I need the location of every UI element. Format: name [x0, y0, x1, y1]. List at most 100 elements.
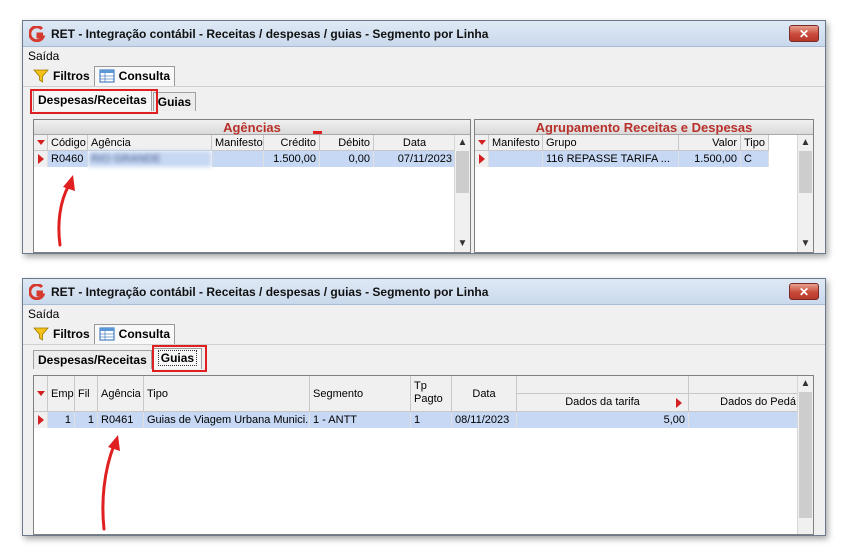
agencias-grid-header: Código Agência Manifesto Crédito Débito …: [34, 135, 470, 151]
filtros-label: Filtros: [53, 68, 90, 83]
cell-credito[interactable]: 1.500,00: [264, 151, 320, 167]
col-group-dados: Dados da tarifa: [517, 376, 689, 412]
col-manifesto[interactable]: Manifesto: [489, 135, 543, 151]
col-agencia[interactable]: Agência: [88, 135, 212, 151]
tab-strip: Despesas/Receitas Guias: [23, 345, 825, 372]
cell-dados-tarifa[interactable]: 5,00: [517, 412, 689, 428]
menu-saida[interactable]: Saída: [28, 307, 59, 321]
cell-fil[interactable]: 1: [75, 412, 98, 428]
agencias-grid: Código Agência Manifesto Crédito Débito …: [34, 135, 470, 252]
vertical-scrollbar[interactable]: ▲ ▼: [454, 135, 470, 252]
close-button[interactable]: ✕: [789, 25, 819, 42]
col-codigo[interactable]: Código: [48, 135, 88, 151]
vertical-scrollbar[interactable]: ▲ ▼: [797, 135, 813, 252]
cell-data[interactable]: 07/11/2023: [374, 151, 456, 167]
cell-dados-pedagio[interactable]: [689, 412, 799, 428]
red-mark-annotation: [313, 131, 322, 134]
filter-icon: [33, 69, 49, 83]
cell-agencia[interactable]: R0461: [98, 412, 144, 428]
expand-right-icon[interactable]: [676, 398, 682, 408]
header-indicator[interactable]: [34, 376, 48, 412]
cell-valor[interactable]: 1.500,00: [679, 151, 741, 167]
cell-tp-pagto[interactable]: 1: [411, 412, 452, 428]
col-grupo[interactable]: Grupo: [543, 135, 679, 151]
filter-icon: [33, 327, 49, 341]
col-group-pedagio: Dados do Pedá: [689, 376, 799, 412]
menu-bar: Saída: [23, 47, 825, 65]
col-data[interactable]: Data: [374, 135, 456, 151]
cell-tipo[interactable]: C: [741, 151, 769, 167]
table-row[interactable]: R0460 RIO GRANDE 1.500,00 0,00 07/11/202…: [34, 151, 470, 167]
col-debito[interactable]: Débito: [320, 135, 374, 151]
current-row-icon: [37, 415, 44, 425]
scroll-up-icon[interactable]: ▲: [798, 376, 813, 392]
consulta-button[interactable]: Consulta: [93, 65, 176, 86]
col-fil[interactable]: Fil: [75, 376, 98, 412]
row-indicator: [34, 151, 48, 167]
col-data[interactable]: Data: [452, 376, 517, 412]
title-bar[interactable]: RET - Integração contábil - Receitas / d…: [23, 21, 825, 47]
cell-segmento[interactable]: 1 - ANTT: [310, 412, 411, 428]
col-tipo[interactable]: Tipo: [741, 135, 769, 151]
table-row[interactable]: 1 1 R0461 Guias de Viagem Urbana Munici.…: [34, 412, 813, 428]
consulta-button[interactable]: Consulta: [93, 323, 176, 344]
guias-grid-header: Emp Fil Agência Tipo Segmento Tp Pagto D…: [34, 376, 813, 412]
col-tipo[interactable]: Tipo: [144, 376, 310, 412]
consulta-label: Consulta: [118, 69, 171, 83]
tab-guias[interactable]: Guias: [152, 92, 197, 111]
cell-emp[interactable]: 1: [48, 412, 75, 428]
title-bar[interactable]: RET - Integração contábil - Receitas / d…: [23, 279, 825, 305]
filtros-button[interactable]: Filtros: [29, 66, 94, 86]
scroll-thumb[interactable]: [456, 151, 469, 193]
col-credito[interactable]: Crédito: [264, 135, 320, 151]
col-agencia[interactable]: Agência: [98, 376, 144, 412]
cell-agencia[interactable]: RIO GRANDE: [88, 151, 212, 167]
agencias-header: Agências: [34, 120, 470, 135]
scroll-up-icon[interactable]: ▲: [798, 135, 813, 151]
scroll-thumb[interactable]: [799, 151, 812, 193]
menu-saida[interactable]: Saída: [28, 49, 59, 63]
scroll-thumb[interactable]: [799, 392, 812, 518]
col-dados-pedagio[interactable]: Dados do Pedá: [689, 394, 798, 411]
row-indicator: [475, 151, 489, 167]
app-logo-icon: [29, 25, 45, 42]
cell-manifesto[interactable]: [489, 151, 543, 167]
cell-data[interactable]: 08/11/2023: [452, 412, 517, 428]
col-dados-tarifa-label: Dados da tarifa: [565, 396, 640, 408]
cell-codigo[interactable]: R0460: [48, 151, 88, 167]
consulta-label: Consulta: [118, 327, 171, 341]
tab-despesas-receitas[interactable]: Despesas/Receitas: [33, 350, 152, 369]
filtros-button[interactable]: Filtros: [29, 324, 94, 344]
agrupamento-header: Agrupamento Receitas e Despesas: [475, 120, 813, 135]
menu-bar: Saída: [23, 305, 825, 323]
toolbar: Filtros Consulta: [23, 65, 825, 87]
sort-down-icon: [36, 391, 45, 396]
scroll-down-icon[interactable]: ▼: [798, 236, 813, 252]
close-button[interactable]: ✕: [789, 283, 819, 300]
col-emp[interactable]: Emp: [48, 376, 75, 412]
cell-manifesto[interactable]: [212, 151, 264, 167]
header-indicator[interactable]: [475, 135, 489, 151]
app-logo-icon: [29, 283, 45, 300]
table-row[interactable]: 116 REPASSE TARIFA ... 1.500,00 C: [475, 151, 813, 167]
current-row-icon: [478, 154, 485, 164]
col-dados-tarifa[interactable]: Dados da tarifa: [517, 394, 688, 411]
scroll-up-icon[interactable]: ▲: [455, 135, 470, 151]
col-tp-pagto[interactable]: Tp Pagto: [411, 376, 452, 412]
scroll-down-icon[interactable]: ▼: [455, 236, 470, 252]
window-guias: RET - Integração contábil - Receitas / d…: [22, 278, 826, 536]
guias-panel: Emp Fil Agência Tipo Segmento Tp Pagto D…: [33, 375, 814, 535]
col-segmento[interactable]: Segmento: [310, 376, 411, 412]
guias-grid: Emp Fil Agência Tipo Segmento Tp Pagto D…: [34, 376, 813, 534]
col-manifesto[interactable]: Manifesto: [212, 135, 264, 151]
current-row-icon: [37, 154, 44, 164]
header-indicator[interactable]: [34, 135, 48, 151]
sort-down-icon: [36, 140, 45, 145]
agrupamento-grid-header: Manifesto Grupo Valor Tipo: [475, 135, 813, 151]
cell-grupo[interactable]: 116 REPASSE TARIFA ...: [543, 151, 679, 167]
cell-debito[interactable]: 0,00: [320, 151, 374, 167]
window-title: RET - Integração contábil - Receitas / d…: [51, 284, 489, 299]
cell-tipo[interactable]: Guias de Viagem Urbana Munici...: [144, 412, 310, 428]
vertical-scrollbar[interactable]: ▲: [797, 376, 813, 534]
col-valor[interactable]: Valor: [679, 135, 741, 151]
